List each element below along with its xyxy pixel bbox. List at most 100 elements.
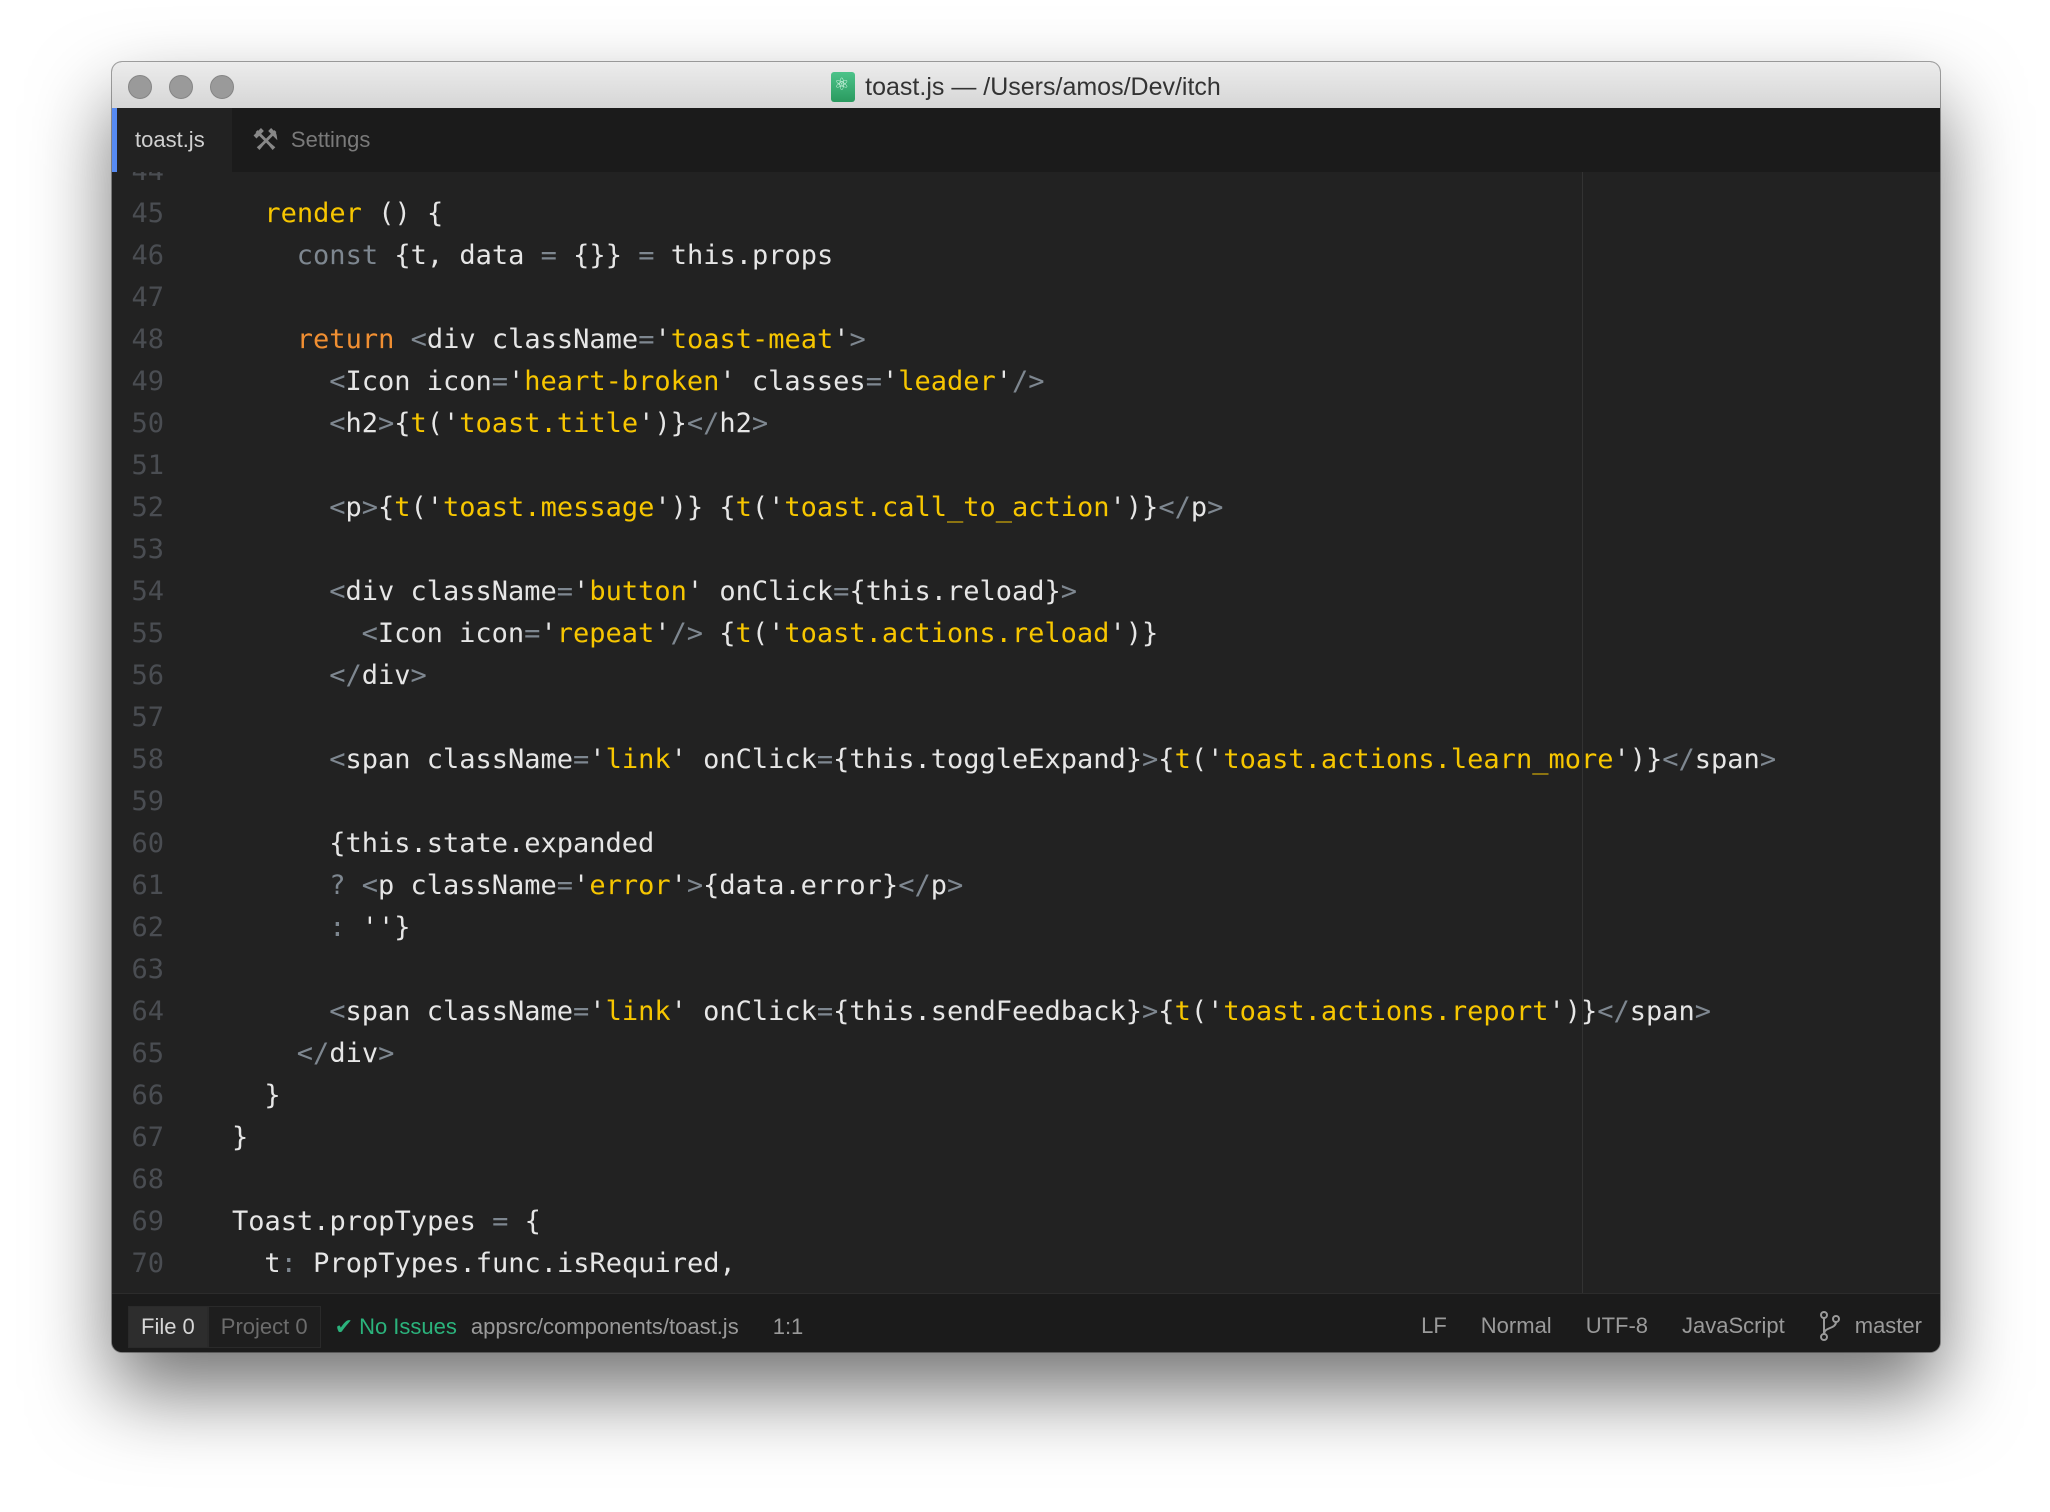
- code-token: div className: [426, 323, 639, 355]
- code-token: toast.title: [459, 407, 639, 439]
- code-token: toast.actions.report: [1223, 995, 1549, 1027]
- git-branch[interactable]: master: [1819, 1311, 1922, 1341]
- code-token: {this.state.expanded: [329, 827, 655, 859]
- code-text: </div>: [232, 1037, 395, 1069]
- code-token: =: [540, 239, 557, 271]
- code-text: Toast.propTypes = {: [232, 1206, 541, 1237]
- code-token: Toast.propTypes: [232, 1205, 493, 1237]
- code-token: ': [573, 869, 590, 901]
- code-line: 44: [112, 172, 164, 192]
- line-number: 61: [131, 869, 164, 901]
- linter-status[interactable]: ✔ No Issues: [335, 1314, 457, 1340]
- line-number: 49: [131, 365, 164, 397]
- code-line: 66}: [112, 1074, 280, 1116]
- cursor-position[interactable]: 1:1: [773, 1314, 804, 1340]
- code-token: t: [1174, 995, 1191, 1027]
- code-token: t: [735, 491, 752, 523]
- line-number: 63: [131, 953, 164, 985]
- code-token: >: [686, 869, 704, 901]
- code-token: ')} {: [654, 491, 736, 523]
- code-token: :: [329, 911, 362, 943]
- code-token: >: [1142, 743, 1159, 775]
- line-number: 66: [131, 1079, 164, 1111]
- code-token: ': [654, 617, 671, 649]
- code-token: />: [670, 617, 704, 649]
- code-text: <Icon icon='repeat'/> {t('toast.actions.…: [232, 617, 1159, 649]
- linter-file-tab[interactable]: File 0: [128, 1306, 208, 1348]
- code-line: 49 <Icon icon='heart-broken' classes='lea…: [112, 360, 1044, 402]
- line-number: 47: [131, 281, 164, 313]
- git-branch-icon: [1819, 1311, 1840, 1341]
- code-token: span: [1629, 995, 1695, 1027]
- line-number: 53: [131, 533, 164, 565]
- code-token: ' onClick: [686, 575, 834, 607]
- code-token: </: [1597, 995, 1630, 1027]
- tab-toast-js[interactable]: toast.js: [112, 108, 232, 172]
- code-line: 59: [112, 780, 164, 822]
- code-token: >: [1060, 575, 1078, 607]
- code-token: toast.actions.learn_more: [1223, 743, 1614, 775]
- code-token: </: [329, 659, 362, 691]
- code-token: ': [881, 365, 899, 397]
- code-line: 54 <div className='button' onClick={this.…: [112, 570, 1077, 612]
- code-token: toast.actions.reload: [784, 617, 1110, 649]
- line-number: 65: [131, 1037, 164, 1069]
- code-text: <p>{t('toast.message')} {t('toast.call_t…: [232, 492, 1223, 523]
- line-ending[interactable]: LF: [1421, 1313, 1447, 1339]
- code-token: ': [589, 995, 606, 1027]
- code-token: }: [264, 1079, 281, 1111]
- code-token: Icon icon: [345, 365, 492, 397]
- file-encoding[interactable]: UTF-8: [1586, 1313, 1648, 1339]
- code-token: h2: [719, 407, 752, 439]
- code-token: ')}: [1109, 491, 1159, 523]
- grammar-selector[interactable]: JavaScript: [1682, 1313, 1785, 1339]
- linter-project-tab[interactable]: Project 0: [207, 1306, 321, 1348]
- code-text: return <div className='toast-meat'>: [232, 324, 866, 355]
- line-number: 46: [131, 239, 164, 271]
- code-token: this.props: [654, 239, 834, 271]
- tab-settings[interactable]: ⚒ Settings: [252, 108, 370, 172]
- code-token: t: [410, 407, 427, 439]
- code-token: {this.reload}: [849, 575, 1061, 607]
- line-number: 60: [131, 827, 164, 859]
- code-text: <span className='link' onClick={this.tog…: [232, 744, 1776, 775]
- line-number: 67: [131, 1121, 164, 1153]
- code-token: {: [508, 1205, 541, 1237]
- code-token: <: [329, 491, 346, 523]
- code-text: }: [232, 1122, 248, 1153]
- code-token: toast.message: [443, 491, 655, 523]
- code-editor[interactable]: 44 45 render () {46 const {t, data = {}} =…: [112, 172, 1940, 1294]
- code-token: Icon icon: [377, 617, 525, 649]
- code-text: ? <p className='error'>{data.error}</p>: [232, 870, 963, 901]
- code-token: >: [361, 491, 378, 523]
- code-token: ')}: [1548, 995, 1598, 1027]
- code-line: 64 <span className='link' onClick={this.s…: [112, 990, 1711, 1032]
- title-bar: toast.js — /Users/amos/Dev/itch: [112, 62, 1940, 109]
- code-token: >: [377, 407, 395, 439]
- code-text: }: [232, 1079, 281, 1111]
- line-number: 58: [131, 743, 164, 775]
- line-number: 64: [131, 995, 164, 1027]
- code-line: 55 <Icon icon='repeat'/> {t('toast.action…: [112, 612, 1158, 654]
- code-line: 60 {this.state.expanded: [112, 822, 654, 864]
- code-token: div: [329, 1037, 379, 1069]
- code-token: >: [410, 659, 427, 691]
- code-token: ': [995, 365, 1013, 397]
- status-bar: File 0 Project 0 ✔ No Issues appsrc/comp…: [112, 1293, 1940, 1352]
- code-token: () {: [361, 197, 444, 229]
- line-number: 59: [131, 785, 164, 817]
- code-token: {: [703, 617, 736, 649]
- line-number: 45: [131, 197, 164, 229]
- code-token: (': [1190, 743, 1224, 775]
- code-token: =: [556, 575, 574, 607]
- code-token: {this.toggleExpand}: [833, 743, 1143, 775]
- editor-mode[interactable]: Normal: [1481, 1313, 1552, 1339]
- code-token: div: [361, 659, 411, 691]
- code-token: <: [329, 995, 346, 1027]
- code-token: {: [377, 491, 395, 523]
- code-token: =: [573, 995, 590, 1027]
- file-path[interactable]: appsrc/components/toast.js: [471, 1314, 739, 1340]
- code-token: }: [232, 1121, 249, 1153]
- code-line: 46 const {t, data = {}} = this.props: [112, 234, 833, 276]
- code-line: 47: [112, 276, 164, 318]
